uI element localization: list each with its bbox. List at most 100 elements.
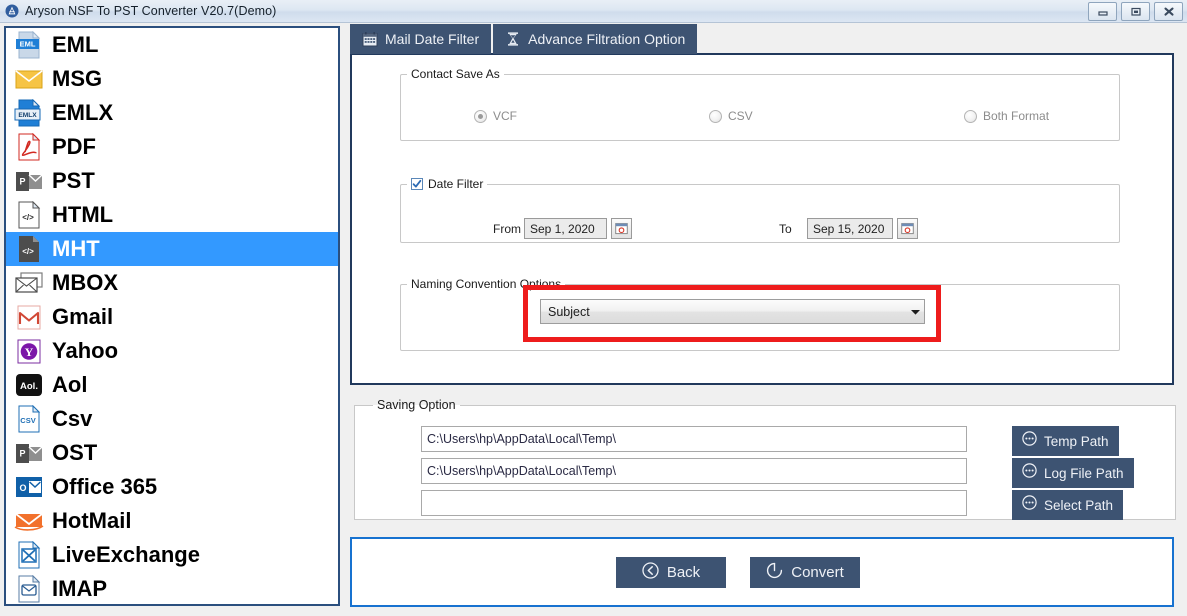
sidebar-item-label: PDF bbox=[52, 134, 96, 159]
to-date-input[interactable]: Sep 15, 2020 bbox=[807, 218, 893, 239]
chevron-down-icon bbox=[906, 308, 924, 316]
sidebar-item-yahoo[interactable]: Y Yahoo bbox=[6, 334, 338, 368]
tab-bar: Mail Date Filter Advance Filtration Opti… bbox=[350, 24, 698, 54]
csv-file-icon: CSV bbox=[12, 404, 46, 434]
from-label: From bbox=[493, 222, 521, 236]
calendar-picker-icon bbox=[615, 223, 628, 235]
select-path-input[interactable] bbox=[421, 490, 967, 516]
tab-label: Advance Filtration Option bbox=[528, 31, 686, 47]
svg-text:P: P bbox=[19, 176, 25, 186]
mbox-envelopes-icon bbox=[12, 268, 46, 298]
footer-panel: Back Convert bbox=[350, 537, 1174, 607]
pdf-file-icon bbox=[12, 132, 46, 162]
sidebar-item-liveexchange[interactable]: LiveExchange bbox=[6, 538, 338, 572]
log-file-path-input[interactable]: C:\Users\hp\AppData\Local\Temp\ bbox=[421, 458, 967, 484]
imap-envelope-icon bbox=[12, 574, 46, 604]
sidebar-item-aol[interactable]: Aol. Aol bbox=[6, 368, 338, 402]
sidebar-item-csv[interactable]: CSV Csv bbox=[6, 402, 338, 436]
radio-vcf-label: VCF bbox=[493, 109, 517, 123]
select-path-button[interactable]: Select Path bbox=[1012, 490, 1124, 520]
sidebar-item-label: IMAP bbox=[52, 576, 107, 601]
aol-icon: Aol. bbox=[12, 370, 46, 400]
radio-both-format-indicator bbox=[964, 109, 977, 123]
svg-text:P: P bbox=[19, 448, 25, 458]
sidebar-item-label: LiveExchange bbox=[52, 542, 200, 567]
saving-option-legend: Saving Option bbox=[377, 398, 456, 412]
naming-convention-dropdown[interactable]: Subject bbox=[540, 299, 925, 324]
radio-vcf[interactable]: VCF bbox=[474, 109, 517, 123]
format-sidebar[interactable]: EML EML MSG EMLX EMLX PDF P PST </> HTML </> MHT MBO… bbox=[4, 26, 340, 606]
naming-convention-value: Subject bbox=[548, 304, 590, 319]
sidebar-item-ost[interactable]: P OST bbox=[6, 436, 338, 470]
svg-text:</>: </> bbox=[22, 247, 34, 256]
emlx-file-icon: EMLX bbox=[12, 98, 46, 128]
eml-file-icon: EML bbox=[12, 30, 46, 60]
filter-icon bbox=[505, 31, 521, 47]
date-filter-label: Date Filter bbox=[428, 177, 484, 191]
svg-text:EML: EML bbox=[20, 40, 36, 49]
select-path-button-label: Select Path bbox=[1044, 497, 1114, 513]
sidebar-item-label: OST bbox=[52, 440, 98, 465]
from-date-picker-button[interactable] bbox=[611, 218, 632, 239]
log-file-path-button-label: Log File Path bbox=[1044, 465, 1124, 481]
main-filter-panel: Contact Save As VCF CSV Both Format Date… bbox=[350, 53, 1174, 385]
date-filter-checkbox[interactable] bbox=[411, 178, 423, 190]
saving-option-group: Saving Option C:\Users\hp\AppData\Local\… bbox=[354, 398, 1176, 520]
sidebar-item-label: MHT bbox=[52, 236, 100, 261]
application-window: Aryson NSF To PST Converter V20.7(Demo) bbox=[0, 0, 1187, 616]
tab-label: Mail Date Filter bbox=[385, 31, 480, 47]
sidebar-item-emlx[interactable]: EMLX EMLX bbox=[6, 96, 338, 130]
radio-both-format-label: Both Format bbox=[983, 109, 1050, 123]
sidebar-item-label: Aol bbox=[52, 372, 88, 397]
sidebar-item-label: Yahoo bbox=[52, 338, 119, 363]
close-button[interactable] bbox=[1154, 2, 1183, 21]
convert-button[interactable]: Convert bbox=[750, 557, 860, 588]
sidebar-item-pst[interactable]: P PST bbox=[6, 164, 338, 198]
html-file-icon: </> bbox=[12, 200, 46, 230]
contact-save-as-group: Contact Save As VCF CSV Both Format bbox=[400, 67, 1120, 141]
sidebar-item-label: HotMail bbox=[52, 508, 132, 533]
sidebar-item-pdf[interactable]: PDF bbox=[6, 130, 338, 164]
sidebar-item-imap[interactable]: IMAP bbox=[6, 572, 338, 604]
back-button-label: Back bbox=[666, 564, 701, 581]
from-date-input[interactable]: Sep 1, 2020 bbox=[524, 218, 607, 239]
sidebar-item-office-365[interactable]: O Office 365 bbox=[6, 470, 338, 504]
temp-path-input[interactable]: C:\Users\hp\AppData\Local\Temp\ bbox=[421, 426, 967, 452]
calendar-icon bbox=[362, 31, 378, 47]
sidebar-item-label: Office 365 bbox=[52, 474, 158, 499]
sidebar-item-mbox[interactable]: MBOX bbox=[6, 266, 338, 300]
ost-outlook-icon: P bbox=[12, 438, 46, 468]
msg-envelope-icon bbox=[12, 64, 46, 94]
sidebar-item-mht[interactable]: </> MHT bbox=[6, 232, 338, 266]
back-arrow-icon bbox=[642, 561, 659, 584]
tab-mail-date-filter[interactable]: Mail Date Filter bbox=[350, 24, 492, 54]
sidebar-item-label: PST bbox=[52, 168, 95, 193]
to-date-picker-button[interactable] bbox=[897, 218, 918, 239]
svg-text:O: O bbox=[19, 483, 26, 493]
temp-path-button-label: Temp Path bbox=[1044, 433, 1109, 449]
radio-csv[interactable]: CSV bbox=[709, 109, 753, 123]
svg-text:Aol.: Aol. bbox=[20, 381, 38, 392]
sidebar-item-gmail[interactable]: Gmail bbox=[6, 300, 338, 334]
sidebar-item-msg[interactable]: MSG bbox=[6, 62, 338, 96]
window-title: Aryson NSF To PST Converter V20.7(Demo) bbox=[25, 4, 277, 18]
window-controls bbox=[1088, 2, 1183, 21]
maximize-button[interactable] bbox=[1121, 2, 1150, 21]
tab-advance-filtration-option[interactable]: Advance Filtration Option bbox=[493, 24, 698, 54]
sidebar-item-html[interactable]: </> HTML bbox=[6, 198, 338, 232]
contact-save-as-legend: Contact Save As bbox=[411, 67, 500, 81]
refresh-icon bbox=[766, 562, 783, 584]
back-button[interactable]: Back bbox=[616, 557, 726, 588]
date-filter-row: From Sep 1, 2020 To Sep 15, 2020 bbox=[401, 218, 1119, 242]
temp-path-button[interactable]: Temp Path bbox=[1012, 426, 1119, 456]
sidebar-item-eml[interactable]: EML EML bbox=[6, 28, 338, 62]
svg-text:EMLX: EMLX bbox=[18, 112, 37, 119]
sidebar-item-hotmail[interactable]: HotMail bbox=[6, 504, 338, 538]
sidebar-item-label: MBOX bbox=[52, 270, 118, 295]
radio-both-format[interactable]: Both Format bbox=[964, 109, 1049, 123]
radio-csv-indicator bbox=[709, 109, 722, 123]
ellipsis-icon bbox=[1022, 495, 1037, 515]
minimize-button[interactable] bbox=[1088, 2, 1117, 21]
log-file-path-button[interactable]: Log File Path bbox=[1012, 458, 1134, 488]
title-bar: Aryson NSF To PST Converter V20.7(Demo) bbox=[0, 0, 1187, 23]
